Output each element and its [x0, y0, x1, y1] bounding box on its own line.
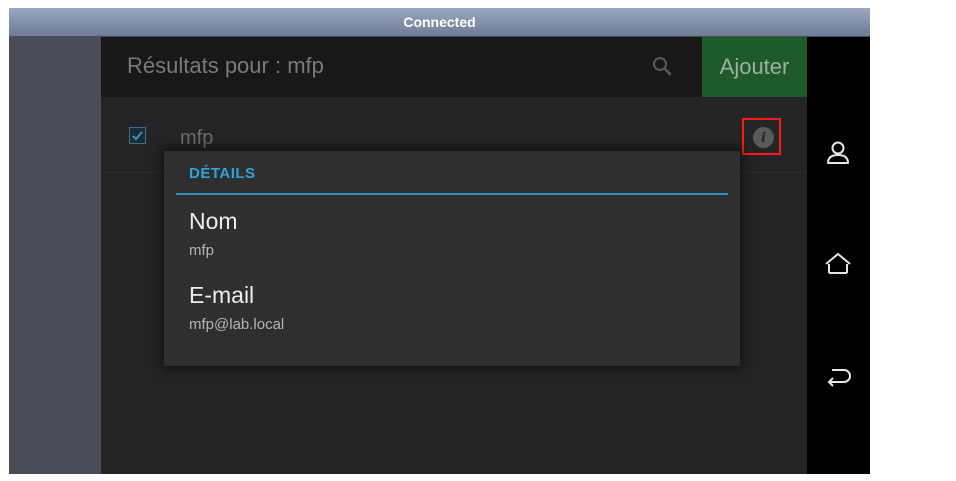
search-icon[interactable]: [652, 56, 672, 76]
add-button[interactable]: Ajouter: [702, 37, 807, 97]
status-bar: Connected: [9, 8, 870, 36]
nav-bar: [807, 37, 870, 474]
info-button[interactable]: i: [742, 118, 781, 155]
back-icon[interactable]: [823, 361, 853, 391]
status-title: Connected: [403, 14, 476, 30]
search-results-title: Résultats pour : mfp: [127, 53, 324, 78]
action-bar: Résultats pour : mfp Ajouter: [101, 37, 807, 97]
home-icon[interactable]: [823, 250, 853, 280]
name-value: mfp: [189, 242, 215, 259]
dialog-title: DÉTAILS: [189, 165, 256, 182]
caption-strip: [0, 0, 956, 8]
row-checkbox[interactable]: [129, 127, 146, 144]
dialog-divider: [176, 193, 728, 195]
check-icon: [132, 131, 143, 141]
app-screen: Résultats pour : mfp Ajouter mfp i DÉTAI…: [101, 37, 807, 474]
details-dialog: DÉTAILS Nom mfp E-mail mfp@lab.local: [164, 151, 740, 366]
email-value: mfp@lab.local: [189, 316, 285, 333]
row-name: mfp: [180, 127, 214, 149]
name-label: Nom: [189, 208, 238, 234]
info-icon: i: [753, 127, 774, 148]
user-icon[interactable]: [823, 138, 853, 168]
device-frame: Connected Résultats pour : mfp Ajouter m…: [9, 8, 870, 474]
email-label: E-mail: [189, 282, 255, 308]
